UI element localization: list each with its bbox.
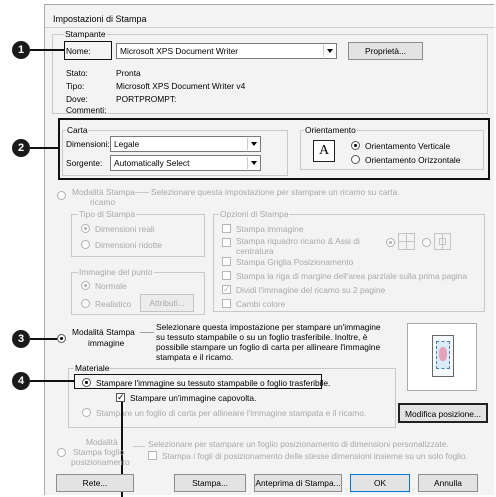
image-mode-label-1[interactable]: Modalità Stampa — [72, 327, 135, 337]
actual-size-label: Dimensioni reali — [95, 224, 155, 234]
callout-4-leader — [30, 380, 74, 382]
title-separator — [45, 27, 495, 28]
normal-radio[interactable] — [81, 281, 90, 290]
axis-frame-icon — [434, 233, 451, 250]
printer-name-select[interactable]: Microsoft XPS Document Writer — [116, 43, 337, 59]
print-frame-label-2: centratura — [236, 246, 274, 256]
split-image-label: Dividi l'immagine del ricamo su 2 pagine — [236, 285, 386, 295]
frame-style-grid-radio[interactable] — [386, 238, 395, 247]
print-grid-checkbox[interactable] — [222, 257, 231, 266]
printer-status-label: Stato: — [66, 68, 88, 78]
print-button[interactable]: Stampa... — [174, 474, 246, 492]
print-image-checkbox[interactable] — [222, 224, 231, 233]
callout-2-badge: 2 — [12, 139, 30, 157]
color-changes-checkbox[interactable] — [222, 299, 231, 308]
print-type-group-label: Tipo di Stampa — [78, 209, 137, 219]
frame-style-axis-radio[interactable] — [422, 238, 431, 247]
modify-position-button[interactable]: Modifica posizione... — [398, 403, 488, 423]
mirror-image-checkbox[interactable]: ✓ — [116, 393, 125, 402]
printer-status-value: Pronta — [116, 68, 141, 78]
print-grid-label: Stampa Griglia Posizionamento — [236, 257, 354, 267]
dialog-title: Impostazioni di Stampa — [53, 14, 147, 24]
color-changes-label: Cambi colore — [236, 299, 286, 309]
callout-3-leader — [30, 338, 57, 340]
reduced-size-radio[interactable] — [81, 240, 90, 249]
printer-where-value: PORTPROMPT: — [116, 94, 177, 104]
realistic-radio[interactable] — [81, 299, 90, 308]
embroidery-mode-dash — [135, 192, 149, 193]
embroidery-mode-label-1: Modalità Stampa — [72, 187, 135, 197]
printer-comment-label: Commenti: — [66, 105, 107, 115]
grid-frame-icon — [398, 233, 415, 250]
actual-size-radio[interactable] — [81, 224, 90, 233]
positioning-mode-label-3: posizionamento — [71, 457, 130, 467]
printer-type-value: Microsoft XPS Document Writer v4 — [116, 81, 246, 91]
printer-type-label: Tipo: — [66, 81, 85, 91]
image-mode-dash — [140, 332, 154, 333]
print-margin-label: Stampa la riga di margine dell'area parz… — [236, 271, 468, 281]
callout-2-leader — [30, 147, 58, 149]
normal-label: Normale — [95, 281, 127, 291]
callout-4-highlight — [74, 374, 322, 389]
print-frame-label-1: Stampa riquadro ricamo & Assi di — [236, 236, 360, 246]
embroidery-mode-label-2: ricamo — [90, 197, 116, 207]
realistic-label: Realistico — [95, 299, 132, 309]
print-type-group — [71, 214, 205, 257]
same-size-checkbox[interactable] — [148, 451, 157, 460]
print-options-group-label: Opzioni di Stampa — [219, 209, 290, 219]
printer-name-value: Microsoft XPS Document Writer — [120, 46, 239, 56]
positioning-mode-label-1: Modalità — [86, 437, 118, 447]
print-margin-checkbox[interactable] — [222, 271, 231, 280]
same-size-label: Stampa i fogli di posizionamento delle s… — [162, 451, 468, 461]
network-button[interactable]: Rete... — [56, 474, 134, 492]
cancel-button[interactable]: Annulla — [418, 474, 478, 492]
split-image-checkbox[interactable]: ✓ — [222, 285, 231, 294]
print-alignment-sheet-label: Stampare un foglio di carta per allinear… — [96, 408, 367, 418]
callout-1-highlight — [64, 41, 112, 60]
image-mode-description-4: stampata e il ricamo. — [156, 352, 234, 362]
callout-1-leader — [30, 49, 64, 51]
callout-4-badge: 4 — [12, 372, 30, 390]
printer-group-label: Stampante — [64, 29, 107, 39]
callout-2-highlight — [58, 118, 490, 180]
embroidery-mode-description: Selezionare questa impostazione per stam… — [151, 187, 400, 197]
properties-button[interactable]: Proprietà... — [348, 42, 423, 60]
print-frame-checkbox[interactable] — [222, 238, 231, 247]
image-mode-label-2[interactable]: immagine — [88, 338, 124, 348]
material-group-label: Materiale — [74, 363, 111, 373]
print-preview-button[interactable]: Anteprima di Stampa... — [254, 474, 342, 492]
image-mode-description-1: Selezionare questa impostazione per stam… — [156, 322, 381, 332]
embroidery-mode-radio[interactable] — [57, 191, 66, 200]
image-preview — [407, 323, 477, 391]
mirror-image-label[interactable]: Stampare un'immagine capovolta. — [130, 393, 256, 403]
positioning-mode-radio[interactable] — [57, 448, 66, 457]
positioning-mode-description: Selezionare per stampare un foglio posiz… — [148, 439, 449, 449]
positioning-mode-dash — [133, 446, 145, 447]
reduced-size-label: Dimensioni ridotte — [95, 240, 163, 250]
print-image-label: Stampa immagine — [236, 224, 304, 234]
callout-1-badge: 1 — [12, 41, 30, 59]
point-image-group-label: Immagine del punto — [78, 267, 154, 277]
chevron-down-icon[interactable] — [323, 45, 335, 57]
attributes-button[interactable]: Attributi... — [140, 294, 194, 312]
printer-where-label: Dove: — [66, 94, 88, 104]
positioning-mode-label-2: Stampa foglio — [73, 447, 125, 457]
preview-sheet — [432, 335, 454, 377]
image-mode-radio[interactable] — [57, 334, 66, 343]
print-alignment-sheet-radio[interactable] — [82, 408, 91, 417]
ok-button[interactable]: OK — [350, 474, 410, 492]
image-mode-description-3: possibile stampare un foglio di carta pe… — [156, 342, 381, 352]
image-mode-description-2: su tessuto stampabile o su un foglio tra… — [156, 332, 368, 342]
callout-3-badge: 3 — [12, 330, 30, 348]
